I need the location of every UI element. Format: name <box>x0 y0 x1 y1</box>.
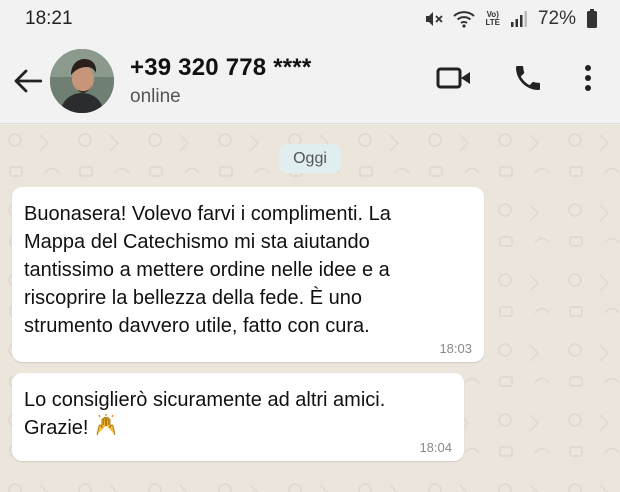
mute-icon <box>423 9 444 29</box>
phone-icon <box>516 66 540 90</box>
more-vert-icon <box>585 65 591 91</box>
battery-percent: 72% <box>537 8 576 29</box>
status-icons: Vo) LTE 72% <box>423 8 598 30</box>
video-call-icon <box>436 67 470 89</box>
date-separator: Oggi <box>279 144 341 173</box>
avatar-photo <box>50 48 114 113</box>
message-text: Lo consiglierò sicuramente ad altri amic… <box>24 389 386 439</box>
voice-call-button[interactable] <box>512 62 544 99</box>
contact-status: online <box>130 85 181 107</box>
lte-label: LTE <box>485 18 500 27</box>
message-text: Buonasera! Volevo farvi i complimenti. L… <box>24 203 391 337</box>
back-arrow-icon <box>14 69 42 92</box>
message-time: 18:03 <box>439 341 472 356</box>
battery-icon <box>586 9 598 29</box>
signal-icon <box>510 10 528 28</box>
status-time: 18:21 <box>25 8 73 29</box>
chat-area[interactable]: Oggi Buonasera! Volevo farvi i complimen… <box>0 125 620 492</box>
message-bubble[interactable]: Lo consiglierò sicuramente ad altri amic… <box>12 373 464 461</box>
contact-info[interactable]: +39 320 778 **** online <box>130 54 436 108</box>
contact-name: +39 320 778 **** <box>130 53 312 81</box>
wifi-icon <box>453 10 476 28</box>
message-bubble[interactable]: Buonasera! Volevo farvi i complimenti. L… <box>12 187 484 362</box>
header-actions <box>436 62 592 99</box>
raising-hands-emoji-icon <box>94 414 118 446</box>
back-button[interactable] <box>12 65 44 97</box>
chat-header: +39 320 778 **** online <box>0 38 620 124</box>
avatar[interactable] <box>50 48 114 113</box>
more-options-button[interactable] <box>584 64 592 97</box>
status-bar: 18:21 Vo) LTE 72% <box>0 0 620 38</box>
volte-lte-icon: Vo) LTE <box>485 11 500 27</box>
video-call-button[interactable] <box>436 66 472 95</box>
message-time: 18:04 <box>419 440 452 455</box>
message-text-wrap: Lo consiglierò sicuramente ad altri amic… <box>24 386 452 446</box>
